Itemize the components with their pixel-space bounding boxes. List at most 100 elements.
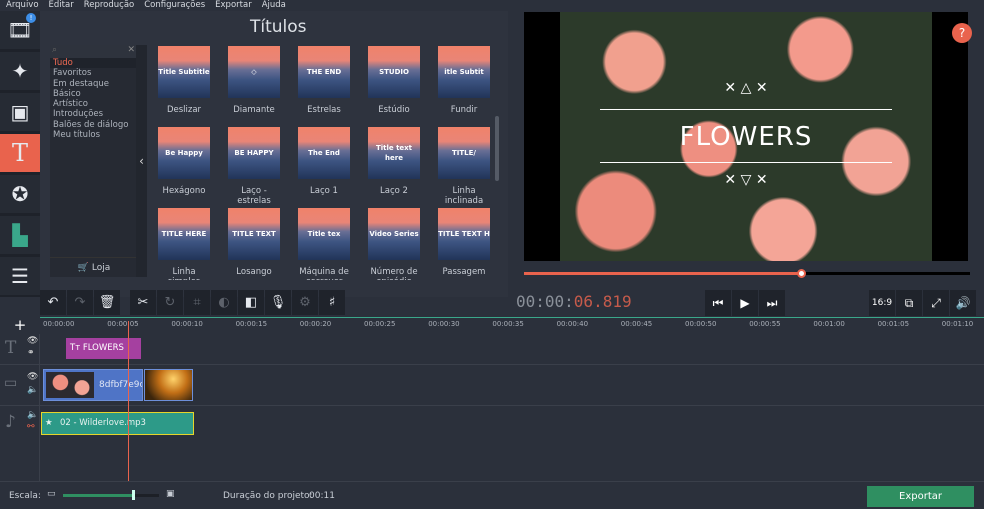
scale-slider[interactable] <box>63 490 159 500</box>
help-button[interactable]: ? <box>952 23 972 43</box>
transitions-button[interactable]: ▣ <box>0 93 40 131</box>
scrollbar[interactable] <box>495 116 499 181</box>
settings-button[interactable]: ⚙ <box>292 290 318 315</box>
visibility-icon[interactable]: 👁 <box>27 372 38 382</box>
seek-bar[interactable] <box>524 269 970 278</box>
ruler-tick: 00:01:05 <box>877 320 910 328</box>
search-input[interactable]: ⌕ ✕ <box>50 45 138 58</box>
category-item[interactable]: Tudo <box>50 58 138 69</box>
category-item[interactable]: Balões de diálogo <box>50 120 138 130</box>
title-tile[interactable]: Title text here Laço 2 <box>368 127 420 196</box>
mute-icon[interactable]: 🔈 <box>27 410 38 420</box>
previous-frame-button[interactable]: ⏮ <box>705 290 731 316</box>
timeline-ruler[interactable]: 00:00:00 00:00:05 00:00:10 00:00:15 00:00:20… <box>40 317 984 333</box>
mute-icon[interactable]: 🔈 <box>27 385 38 395</box>
record-audio-button[interactable]: 🎙 <box>265 290 291 315</box>
music-note-icon: ♪ <box>5 412 16 432</box>
undo-button[interactable]: ↶ <box>40 290 66 315</box>
playhead[interactable] <box>128 321 129 481</box>
title-tile[interactable]: Title tex Máquina de escrever <box>298 208 350 280</box>
title-tile-label: Estúdio <box>378 105 410 115</box>
title-tile[interactable]: itle Subtit Fundir <box>438 46 490 115</box>
aspect-ratio-button[interactable]: 16:9 <box>869 290 895 316</box>
unlink-icon[interactable]: ⚯ <box>27 422 35 432</box>
title-tile[interactable]: The End Laço 1 <box>298 127 350 196</box>
title-track: T 👁 ⚭ <box>0 334 984 365</box>
list-icon: ☰ <box>11 264 29 288</box>
category-item[interactable]: Artístico <box>50 99 138 109</box>
title-clip[interactable]: Tт FLOWERS <box>66 338 141 359</box>
video-clip-sunset[interactable] <box>144 369 193 401</box>
title-tile[interactable]: TITLE TEXT H Passagem <box>438 208 490 280</box>
category-item[interactable]: Básico <box>50 89 138 99</box>
fullscreen-button[interactable]: ⤢ <box>923 290 949 316</box>
redo-button[interactable]: ↷ <box>67 290 93 315</box>
title-tile-label: Hexágono <box>162 186 206 196</box>
collapse-categories-button[interactable]: ‹ <box>136 45 147 277</box>
title-thumbnail: TITLE TEXT <box>228 208 280 260</box>
menu-ajuda[interactable]: Ajuda <box>262 0 286 11</box>
equalizer-button[interactable]: ♯ <box>319 290 345 315</box>
seek-handle[interactable] <box>796 269 806 278</box>
color-adjust-button[interactable]: ◐ <box>211 290 237 315</box>
title-tile[interactable]: THE END Estrelas <box>298 46 350 115</box>
track-header: ▭ 👁 🔈 <box>0 365 40 405</box>
visibility-icon[interactable]: 👁 <box>27 336 38 346</box>
title-tile[interactable]: STUDIO Estúdio <box>368 46 420 115</box>
import-media-button[interactable]: 🎞! <box>0 11 40 49</box>
filters-button[interactable]: ✦ <box>0 52 40 90</box>
clear-icon[interactable]: ✕ <box>127 45 135 55</box>
detach-preview-button[interactable]: ⧉ <box>896 290 922 316</box>
menu-exportar[interactable]: Exportar <box>215 0 252 11</box>
title-tile[interactable]: Title Subtitle Deslizar <box>158 46 210 115</box>
transition-wizard-button[interactable]: ◧ <box>238 290 264 315</box>
cut-button[interactable]: ✂ <box>130 290 156 315</box>
titles-button[interactable]: T <box>0 134 40 172</box>
stickers-button[interactable]: ✪ <box>0 175 40 213</box>
title-thumbnail: itle Subtit <box>438 46 490 98</box>
menu-reproducao[interactable]: Reprodução <box>84 0 135 11</box>
cart-icon: 🛒 <box>77 263 92 273</box>
title-thumbnail: Be Happy <box>158 127 210 179</box>
title-tile[interactable]: TITLE HERE Linha simples <box>158 208 210 280</box>
menu-editar[interactable]: Editar <box>49 0 74 11</box>
delete-button[interactable]: 🗑 <box>94 290 120 315</box>
callouts-button[interactable]: ▙ <box>0 216 40 254</box>
title-tile[interactable]: BE HAPPY Laço - estrelas <box>228 127 280 206</box>
title-tile-label: Máquina de escrever <box>299 267 349 280</box>
crop-button[interactable]: ⌗ <box>184 290 210 315</box>
title-tile-label: Linha simples <box>168 267 201 280</box>
category-item[interactable]: Em destaque <box>50 79 138 89</box>
title-tile[interactable]: TITLE/Linha inclinada <box>438 127 490 206</box>
title-tile[interactable]: Video Series Número de episódio <box>368 208 420 280</box>
title-tile[interactable]: Be Happy Hexágono <box>158 127 210 196</box>
title-thumbnail: Title tex <box>298 208 350 260</box>
next-frame-button[interactable]: ⏭ <box>759 290 785 316</box>
volume-button[interactable]: 🔊 <box>950 290 976 316</box>
video-track-icon: ▭ <box>4 375 18 391</box>
category-item[interactable]: Favoritos <box>50 68 138 78</box>
notification-badge: ! <box>26 13 36 23</box>
title-thumbnail: The End <box>298 127 350 179</box>
menu-arquivo[interactable]: Arquivo <box>6 0 39 11</box>
track-header: ♪ 🔈 ⚯ <box>0 406 40 481</box>
audio-clip[interactable]: ★ 02 - Wilderlove.mp3 <box>41 412 194 435</box>
title-tile[interactable]: TITLE TEXT Losango <box>228 208 280 280</box>
play-button[interactable]: ▶ <box>732 290 758 316</box>
menu-configuracoes[interactable]: Configurações <box>144 0 205 11</box>
clip-thumbnail <box>46 372 94 398</box>
ruler-tick: 00:00:05 <box>107 320 139 328</box>
category-item[interactable]: Meu títulos <box>50 130 138 140</box>
scale-handle[interactable] <box>132 490 136 500</box>
link-icon[interactable]: ⚭ <box>27 348 35 358</box>
store-button[interactable]: 🛒 Loja <box>50 257 138 277</box>
add-track-button[interactable]: + <box>0 317 40 333</box>
zoom-in-icon[interactable]: ▣ <box>166 489 175 499</box>
zoom-out-icon[interactable]: ▭ <box>47 489 56 499</box>
decor-line <box>600 162 892 163</box>
more-tools-button[interactable]: ☰ <box>0 257 40 295</box>
title-tile[interactable]: ◇ Diamante <box>228 46 280 115</box>
category-item[interactable]: Introduções <box>50 109 138 119</box>
rotate-button[interactable]: ↻ <box>157 290 183 315</box>
export-button[interactable]: Exportar <box>867 486 974 507</box>
